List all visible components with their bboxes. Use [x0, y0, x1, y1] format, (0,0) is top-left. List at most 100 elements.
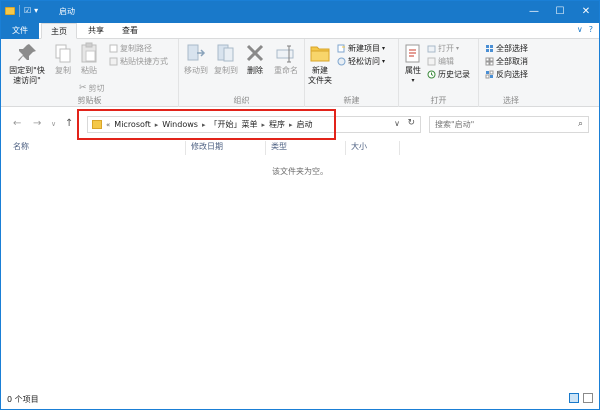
open-group-title: 打开 [430, 96, 447, 105]
copy-path-label: 复制路径 [120, 44, 152, 53]
toolbar-divider [19, 5, 20, 17]
paste-button[interactable]: 粘贴 [77, 42, 101, 76]
copy-to-button[interactable]: 复制到 [212, 42, 240, 76]
select-none-button[interactable]: 全部取消 [485, 56, 528, 67]
pin-quick-access-button[interactable]: 固定到"快 速访问" [5, 42, 49, 86]
select-none-icon [485, 57, 494, 66]
new-item-icon [337, 44, 345, 53]
help-icon[interactable]: ? [589, 25, 593, 34]
maximize-button[interactable]: ☐ [547, 1, 573, 23]
column-header-size[interactable]: 大小 [351, 141, 367, 155]
folder-icon [5, 7, 15, 15]
open-label: 打开 [438, 44, 454, 53]
open-icon [427, 45, 436, 53]
search-box[interactable]: ⌕ [429, 116, 589, 133]
select-none-label: 全部取消 [496, 57, 528, 66]
delete-label: 删除 [247, 66, 263, 75]
tab-share[interactable]: 共享 [81, 23, 111, 39]
copy-path-button[interactable]: 复制路径 [109, 43, 152, 54]
up-button[interactable]: ↑ [65, 118, 73, 129]
new-folder-button[interactable]: 新建 文件夹 [307, 42, 333, 86]
copy-label: 复制 [55, 66, 71, 75]
move-to-button[interactable]: 移动到 [182, 42, 210, 76]
status-item-count: 0 个项目 [7, 395, 39, 404]
history-button[interactable]: 历史记录 [427, 69, 470, 80]
explorer-window: ☑ ▾ 启动 — ☐ ✕ 文件 主页 共享 查看 ∨ ? 固定到"快 速访问" [0, 0, 600, 410]
select-all-icon [486, 45, 493, 52]
column-divider[interactable] [345, 141, 346, 155]
tab-file[interactable]: 文件 [1, 23, 39, 39]
properties-icon [405, 44, 420, 63]
ribbon-tabs: 文件 主页 共享 查看 ∨ ? [1, 23, 599, 39]
delete-button[interactable]: 删除 [243, 42, 267, 76]
forward-button[interactable]: → [33, 118, 41, 129]
rename-label: 重命名 [274, 66, 298, 75]
easy-access-button[interactable]: 轻松访问 ▾ [337, 56, 385, 67]
paste-label: 粘贴 [81, 66, 97, 75]
ribbon-collapse-icon[interactable]: ∨ [577, 25, 583, 34]
quick-access-toolbar: ☑ ▾ [5, 5, 38, 17]
column-header-name[interactable]: 名称 [13, 141, 29, 155]
empty-folder-message: 该文件夹为空。 [272, 167, 328, 176]
new-item-button[interactable]: 新建项目 ▾ [337, 43, 385, 54]
new-folder-icon [310, 46, 330, 62]
address-dropdown-icon[interactable]: ∨ [394, 119, 400, 128]
pin-icon [18, 44, 36, 61]
copy-path-icon [109, 44, 118, 53]
move-to-icon [187, 44, 206, 61]
edit-label: 编辑 [438, 57, 454, 66]
column-divider[interactable] [185, 141, 186, 155]
paste-shortcut-button[interactable]: 粘贴快捷方式 [109, 56, 168, 67]
edit-icon [427, 57, 436, 66]
easy-access-label: 轻松访问 [348, 57, 380, 66]
move-to-label: 移动到 [184, 66, 208, 75]
organize-group: 移动到 复制到 删除 重命名 组织 [179, 39, 305, 107]
column-divider[interactable] [265, 141, 266, 155]
address-highlight-box [77, 109, 336, 140]
close-button[interactable]: ✕ [573, 1, 599, 23]
history-label: 历史记录 [438, 70, 470, 79]
properties-quick-icon[interactable]: ☑ [24, 5, 31, 17]
copy-icon [55, 44, 71, 63]
select-all-label: 全部选择 [496, 44, 528, 53]
new-item-label: 新建项目 [348, 44, 380, 53]
details-view-icon[interactable] [569, 393, 579, 403]
easy-access-icon [337, 57, 346, 66]
ribbon: 固定到"快 速访问" 复制 粘贴 复制路径 粘贴快捷方式 ✂ 剪切 剪贴板 移动… [1, 39, 599, 107]
open-button[interactable]: 打开 ▾ [427, 43, 459, 54]
new-group: 新建 文件夹 新建项目 ▾ 轻松访问 ▾ 新建 [305, 39, 399, 107]
open-group: 属性 ▾ 打开 ▾ 编辑 历史记录 打开 [399, 39, 479, 107]
tab-home[interactable]: 主页 [41, 23, 77, 39]
clipboard-group: 固定到"快 速访问" 复制 粘贴 复制路径 粘贴快捷方式 ✂ 剪切 剪贴板 [1, 39, 179, 107]
large-icons-view-icon[interactable] [583, 393, 593, 403]
refresh-icon[interactable]: ↻ [407, 118, 415, 128]
invert-selection-button[interactable]: 反向选择 [485, 69, 528, 80]
edit-button[interactable]: 编辑 [427, 56, 454, 67]
column-divider[interactable] [399, 141, 400, 155]
view-switcher [569, 393, 593, 403]
column-header-type[interactable]: 类型 [271, 141, 287, 155]
select-all-button[interactable]: 全部选择 [485, 43, 528, 54]
search-input[interactable] [430, 117, 566, 132]
copy-to-icon [217, 44, 234, 62]
copy-button[interactable]: 复制 [51, 42, 75, 76]
properties-button[interactable]: 属性 ▾ [401, 42, 425, 86]
column-header-modified[interactable]: 修改日期 [191, 141, 223, 155]
cut-label: 剪切 [88, 84, 105, 93]
title-bar: ☑ ▾ 启动 — ☐ ✕ [1, 1, 599, 23]
history-icon [427, 70, 436, 79]
clipboard-icon [81, 42, 97, 63]
rename-button[interactable]: 重命名 [271, 42, 301, 76]
tab-view[interactable]: 查看 [115, 23, 145, 39]
search-icon[interactable]: ⌕ [578, 119, 583, 129]
new-group-title: 新建 [343, 96, 360, 105]
new-item-dropdown-icon: ▾ [382, 45, 386, 52]
scissors-icon: ✂ [79, 83, 87, 93]
minimize-button[interactable]: — [521, 1, 547, 23]
select-group: 全部选择 全部取消 反向选择 选择 [479, 39, 543, 107]
easy-access-dropdown-icon: ▾ [382, 58, 386, 65]
customize-quick-access-icon[interactable]: ▾ [34, 5, 38, 17]
cut-button[interactable]: ✂ 剪切 [79, 83, 105, 94]
recent-locations-button[interactable]: ∨ [51, 120, 56, 128]
back-button[interactable]: ← [13, 118, 21, 129]
